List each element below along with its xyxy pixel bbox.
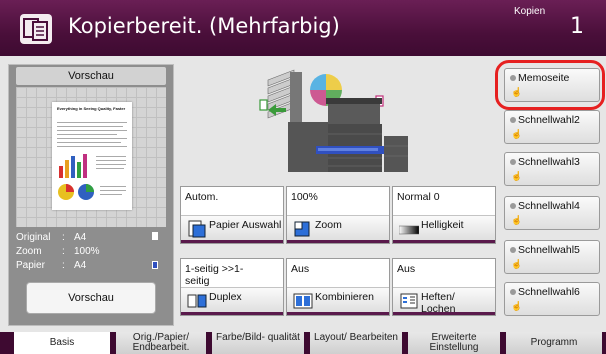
preview-bar-chart-icon — [59, 154, 87, 178]
duplex-icon — [187, 294, 207, 308]
brightness-button[interactable]: Normal 0 Helligkeit — [392, 186, 496, 244]
shortcut-schnellwahl3[interactable]: Schnellwahl3 ☝ — [504, 152, 600, 186]
shortcut-schnellwahl5[interactable]: Schnellwahl5 ☝ — [504, 240, 600, 274]
copies-count[interactable]: 1 — [570, 14, 584, 39]
paper-selection-button[interactable]: Autom. Papier Auswahl — [180, 186, 284, 244]
touch-hand-icon: ☝ — [511, 259, 523, 269]
touch-hand-icon: ☝ — [511, 129, 523, 139]
paper-orientation-icon — [152, 261, 158, 269]
shortcut-dot-icon — [510, 289, 516, 295]
duplex-button[interactable]: 1-seitig >>1-seitig Duplex — [180, 258, 284, 316]
combine-icon — [293, 293, 313, 309]
shortcut-dot-icon — [510, 117, 516, 123]
staple-icon — [400, 293, 418, 309]
page-title: Kopierbereit. (Mehrfarbig) — [68, 14, 340, 38]
preview-page-thumbnail: Everything in Seeing Quality, Faster — [52, 102, 132, 210]
shortcut-memoseite[interactable]: Memoseite ☝ — [504, 68, 600, 102]
zoom-icon — [294, 221, 310, 237]
shortcut-dot-icon — [510, 247, 516, 253]
shortcut-schnellwahl6[interactable]: Schnellwahl6 ☝ — [504, 282, 600, 316]
copies-label: Kopien — [514, 6, 546, 17]
preview-pie-chart-icon — [58, 184, 94, 200]
brightness-icon — [399, 225, 419, 235]
preview-doc-title: Everything in Seeing Quality, Faster — [57, 106, 126, 111]
shortcut-schnellwahl4[interactable]: Schnellwahl4 ☝ — [504, 196, 600, 230]
copy-mode-icon — [20, 14, 52, 44]
touch-hand-icon: ☝ — [511, 87, 523, 97]
touch-hand-icon: ☝ — [511, 171, 523, 181]
tab-basis[interactable]: Basis — [14, 332, 110, 354]
paper-tray-icon — [188, 220, 206, 238]
mfp-machine-illustration — [259, 69, 408, 172]
shortcut-dot-icon — [510, 75, 516, 81]
staple-punch-button[interactable]: Aus Heften/ Lochen — [392, 258, 496, 316]
tab-orig-papier[interactable]: Orig./Papier/ Endbearbeit. — [116, 332, 206, 354]
tab-layout-bearbeiten[interactable]: Layout/ Bearbeiten — [310, 332, 402, 354]
zoom-button[interactable]: 100% Zoom — [286, 186, 390, 244]
tab-programm[interactable]: Programm — [506, 332, 602, 354]
tab-farbe-bildqualitaet[interactable]: Farbe/Bild- qualität — [212, 332, 304, 354]
shortcut-dot-icon — [510, 203, 516, 209]
preview-button[interactable]: Vorschau — [26, 282, 156, 314]
preview-heading: Vorschau — [16, 67, 166, 85]
touch-hand-icon: ☝ — [511, 301, 523, 311]
combine-button[interactable]: Aus Kombinieren — [286, 258, 390, 316]
original-orientation-icon — [152, 232, 158, 240]
touch-hand-icon: ☝ — [511, 215, 523, 225]
shortcut-schnellwahl2[interactable]: Schnellwahl2 ☝ — [504, 110, 600, 144]
tab-erweiterte-einstellung[interactable]: Erweiterte Einstellung — [408, 332, 500, 354]
shortcut-dot-icon — [510, 159, 516, 165]
